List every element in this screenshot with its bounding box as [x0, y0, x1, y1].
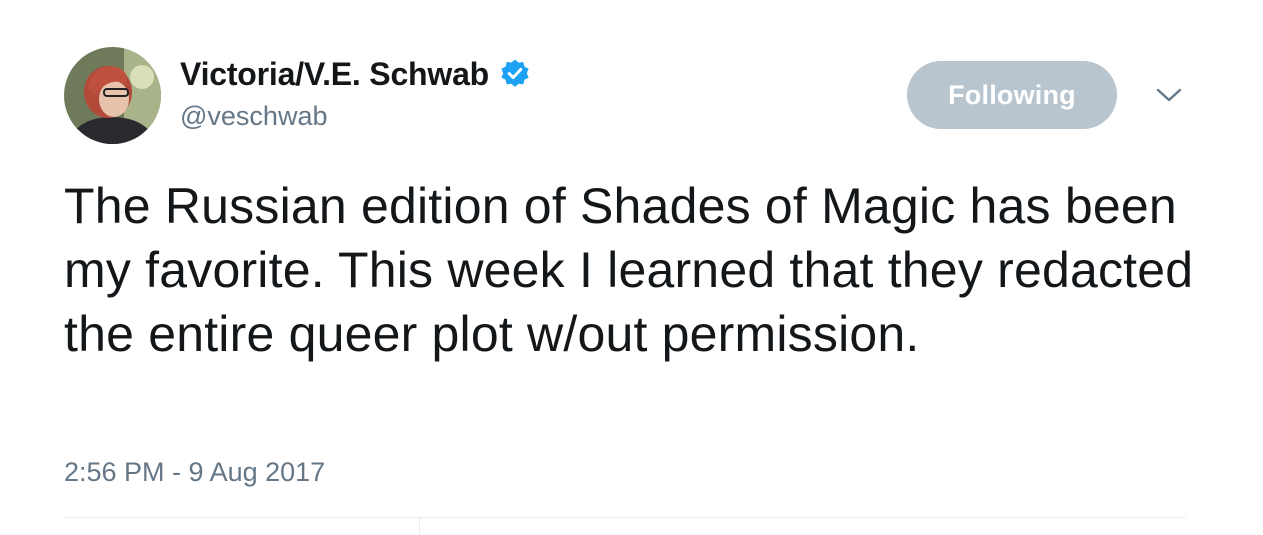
author-display-name[interactable]: Victoria/V.E. Schwab [180, 56, 489, 93]
avatar[interactable] [64, 47, 161, 144]
author-handle[interactable]: @veschwab [180, 101, 327, 132]
profile-photo-icon [64, 47, 161, 144]
tweet-timestamp[interactable]: 2:56 PM - 9 Aug 2017 [64, 457, 325, 488]
divider [64, 517, 1186, 518]
chevron-down-icon [1156, 87, 1182, 108]
verified-badge-icon [499, 58, 531, 90]
following-button[interactable]: Following [907, 61, 1117, 129]
tweet-text: The Russian edition of Shades of Magic h… [64, 178, 1194, 362]
author-name-row: Victoria/V.E. Schwab [180, 54, 531, 94]
divider-tick [419, 518, 420, 535]
more-options-button[interactable] [1152, 82, 1186, 112]
